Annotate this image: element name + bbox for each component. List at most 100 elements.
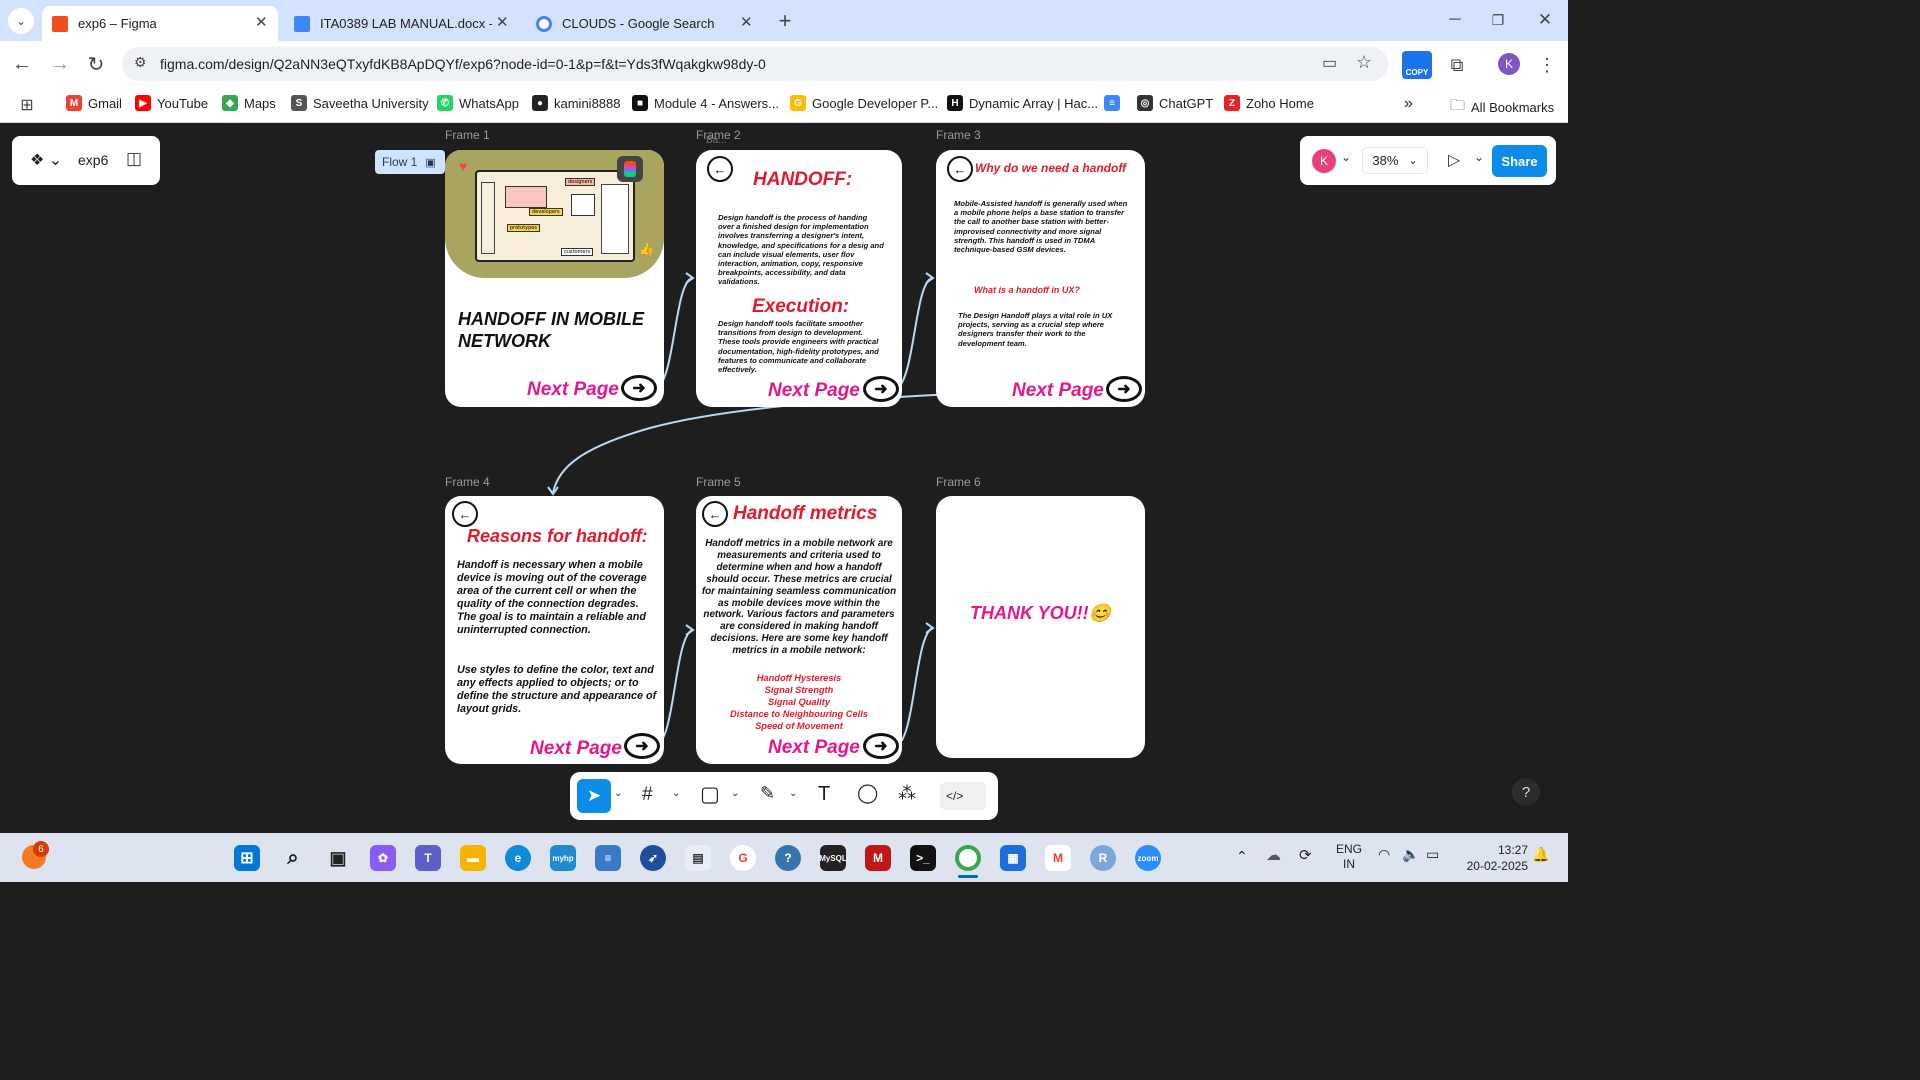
- frame-tool-icon[interactable]: #: [642, 784, 653, 806]
- restore-icon[interactable]: ❐: [1483, 6, 1513, 34]
- frame-1[interactable]: designers developers prototypes customer…: [445, 150, 664, 407]
- back-arrow-icon[interactable]: ←: [707, 156, 733, 182]
- frame-5[interactable]: ← Handoff metrics Handoff metrics in a m…: [696, 496, 902, 764]
- new-tab-icon[interactable]: +: [772, 8, 798, 34]
- bookmark-zoho[interactable]: Z Zoho Home: [1224, 95, 1314, 111]
- sync-icon[interactable]: ⟳: [1299, 846, 1312, 864]
- back-arrow-icon[interactable]: ←: [452, 501, 478, 527]
- bookmark-chatgpt[interactable]: ◎ ChatGPT: [1137, 95, 1213, 111]
- document-app-icon[interactable]: ▤: [685, 845, 711, 871]
- volume-muted-icon[interactable]: 🔈: [1402, 846, 1419, 863]
- all-bookmarks[interactable]: 🗀 All Bookmarks: [1450, 95, 1554, 120]
- back-arrow-icon[interactable]: ←: [702, 501, 728, 527]
- edge-icon[interactable]: e: [505, 845, 531, 871]
- close-window-icon[interactable]: ✕: [1530, 6, 1560, 34]
- site-info-icon[interactable]: ⚙: [134, 54, 147, 71]
- frame-6[interactable]: THANK YOU!!😊: [936, 496, 1145, 758]
- chrome-taskbar-icon[interactable]: [955, 845, 981, 871]
- back-icon[interactable]: ←: [8, 50, 36, 78]
- next-page-link[interactable]: Next Page: [530, 738, 622, 760]
- store-icon[interactable]: ▦: [1000, 845, 1026, 871]
- teams-icon[interactable]: T: [415, 845, 441, 871]
- frame-label[interactable]: Frame 6: [936, 475, 981, 489]
- frame-label[interactable]: Frame 3: [936, 128, 981, 142]
- next-arrow-icon[interactable]: ➜: [621, 375, 657, 401]
- chrome-app-icon[interactable]: G: [730, 845, 756, 871]
- bookmark-hackerrank[interactable]: H Dynamic Array | Hac...: [947, 95, 1098, 111]
- toggle-sidebar-icon[interactable]: ◫: [126, 149, 142, 169]
- close-tab-icon[interactable]: ✕: [496, 13, 509, 31]
- bookmark-youtube[interactable]: ▶ YouTube: [135, 95, 208, 111]
- onedrive-icon[interactable]: ☁: [1266, 846, 1281, 864]
- text-tool-icon[interactable]: T: [818, 783, 830, 806]
- show-hidden-icons[interactable]: ⌃: [1236, 848, 1248, 865]
- bookmark-github[interactable]: ● kamini8888: [532, 95, 621, 111]
- next-arrow-icon[interactable]: ➜: [1106, 376, 1142, 402]
- file-explorer-icon[interactable]: ▬: [460, 845, 486, 871]
- task-view-icon[interactable]: ▣: [325, 845, 351, 871]
- bookmark-docs-shortcut[interactable]: ≡: [1104, 95, 1126, 111]
- gmail-taskbar-icon[interactable]: M: [1045, 845, 1071, 871]
- clock[interactable]: 13:27 20-02-2025: [1450, 842, 1528, 874]
- myhp-icon[interactable]: myhp: [550, 845, 576, 871]
- r-app-icon[interactable]: R: [1090, 845, 1116, 871]
- language-indicator[interactable]: ENG IN: [1336, 842, 1362, 872]
- frame-tool-dropdown-icon[interactable]: ⌄: [672, 788, 680, 799]
- frame-label[interactable]: Frame 5: [696, 475, 741, 489]
- frame-4[interactable]: ← Reasons for handoff: Handoff is necess…: [445, 496, 664, 764]
- frame-label[interactable]: Frame 1: [445, 128, 490, 142]
- minimize-icon[interactable]: ─: [1440, 6, 1470, 34]
- bookmark-google-dev[interactable]: G Google Developer P...: [790, 95, 938, 111]
- bookmark-saveetha[interactable]: S Saveetha University: [291, 95, 429, 111]
- tab-figma[interactable]: exp6 – Figma ✕: [42, 6, 278, 41]
- flow-starting-point[interactable]: Flow 1 ▣: [375, 150, 445, 174]
- reload-icon[interactable]: ↻: [82, 50, 110, 78]
- profile-avatar[interactable]: K: [1498, 53, 1520, 75]
- extensions-icon[interactable]: ⧉: [1443, 51, 1471, 79]
- windows-start-icon[interactable]: ⊞: [234, 845, 260, 871]
- help-button[interactable]: ?: [1512, 778, 1540, 806]
- comment-tool-icon[interactable]: ◯: [857, 782, 878, 805]
- python-icon[interactable]: ?: [775, 845, 801, 871]
- tab-clouds-search[interactable]: CLOUDS - Google Search ✕: [528, 6, 764, 41]
- move-tool-dropdown-icon[interactable]: ⌄: [614, 788, 622, 799]
- close-tab-icon[interactable]: ✕: [255, 13, 268, 31]
- wifi-icon[interactable]: ◠: [1378, 846, 1390, 863]
- forward-icon[interactable]: →: [46, 50, 74, 78]
- dev-mode-toggle[interactable]: </>: [940, 782, 986, 810]
- search-icon[interactable]: ⌕: [280, 845, 306, 871]
- terminal-icon[interactable]: >_: [910, 845, 936, 871]
- back-arrow-icon[interactable]: ←: [947, 156, 973, 182]
- next-arrow-icon[interactable]: ➜: [863, 733, 899, 759]
- bookmark-module4[interactable]: ■ Module 4 - Answers...: [632, 95, 779, 111]
- actions-tool-icon[interactable]: ⁂: [898, 783, 916, 804]
- frame-label[interactable]: Frame 4: [445, 475, 490, 489]
- mcafee-icon[interactable]: M: [865, 845, 891, 871]
- pen-tool-icon[interactable]: ✎: [760, 783, 775, 804]
- browser-menu-icon[interactable]: ⋮: [1534, 51, 1560, 79]
- present-dropdown-icon[interactable]: ⌄: [1474, 150, 1484, 164]
- zoom-dropdown[interactable]: 38% ⌄: [1362, 147, 1428, 174]
- tab-lab-manual[interactable]: ITA0389 LAB MANUAL.docx - G ✕: [286, 6, 518, 41]
- notepad-icon[interactable]: ≡: [595, 845, 621, 871]
- play-flow-icon[interactable]: ▣: [425, 156, 435, 169]
- next-page-link[interactable]: Next Page: [768, 737, 860, 759]
- bookmark-maps[interactable]: ◆ Maps: [222, 95, 276, 111]
- next-page-link[interactable]: Next Page: [1012, 380, 1104, 402]
- apps-grid-icon[interactable]: ⊞: [16, 94, 38, 116]
- move-tool-button[interactable]: ➤: [577, 779, 611, 813]
- next-page-link[interactable]: Next Page: [768, 380, 860, 402]
- next-arrow-icon[interactable]: ➜: [624, 733, 660, 759]
- mail-app-icon[interactable]: ➶: [640, 845, 666, 871]
- mysql-icon[interactable]: MySQL: [819, 845, 847, 871]
- next-arrow-icon[interactable]: ➜: [863, 376, 899, 402]
- pen-tool-dropdown-icon[interactable]: ⌄: [789, 788, 797, 799]
- tab-search-icon[interactable]: ⌄: [8, 8, 34, 34]
- notifications-bell-icon[interactable]: 🔔: [1532, 846, 1549, 863]
- shape-tool-dropdown-icon[interactable]: ⌄: [731, 788, 739, 799]
- url-bar[interactable]: ⚙ figma.com/design/Q2aNN3eQTxyfdKB8ApDQY…: [122, 47, 1388, 81]
- file-name[interactable]: exp6: [78, 152, 108, 168]
- install-app-icon[interactable]: ▭: [1322, 53, 1337, 73]
- user-avatar[interactable]: K: [1312, 149, 1336, 173]
- battery-icon[interactable]: ▭: [1426, 846, 1439, 863]
